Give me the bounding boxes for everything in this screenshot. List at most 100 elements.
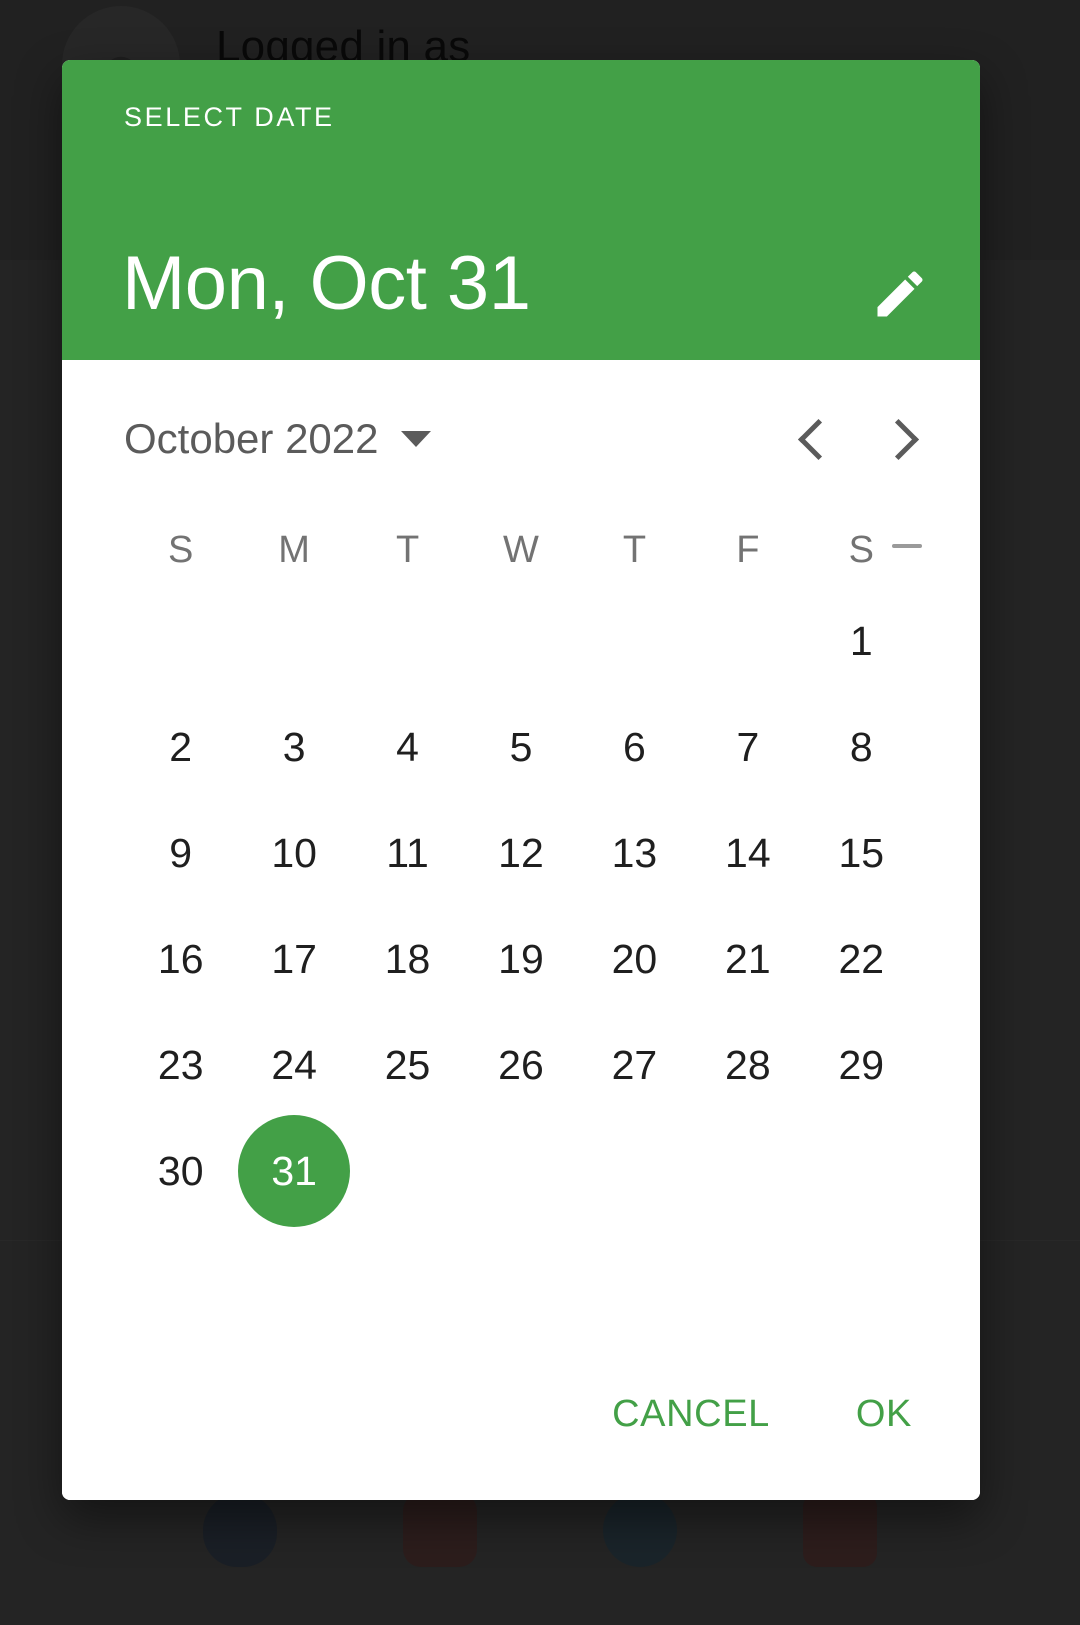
- day-cell-empty: [691, 588, 804, 694]
- day-cell: 16: [124, 906, 237, 1012]
- day-button-10[interactable]: 10: [238, 797, 350, 909]
- month-year-dropdown[interactable]: October 2022: [124, 415, 431, 463]
- day-cell: 30: [124, 1118, 237, 1224]
- day-cell: 3: [237, 694, 350, 800]
- ok-button[interactable]: OK: [836, 1379, 932, 1450]
- day-cell: 1: [805, 588, 918, 694]
- day-cell: 18: [351, 906, 464, 1012]
- day-button-29[interactable]: 29: [805, 1009, 917, 1121]
- day-button-12[interactable]: 12: [465, 797, 577, 909]
- day-button-7[interactable]: 7: [692, 691, 804, 803]
- day-cell-empty: [691, 1118, 804, 1224]
- selected-date-display: Mon, Oct 31: [122, 241, 531, 326]
- day-button-2[interactable]: 2: [125, 691, 237, 803]
- day-button-22[interactable]: 22: [805, 903, 917, 1015]
- select-date-label: SELECT DATE: [124, 102, 335, 132]
- day-cell: 5: [464, 694, 577, 800]
- day-button-13[interactable]: 13: [578, 797, 690, 909]
- calendar-week-row: 1: [124, 588, 918, 694]
- day-button-27[interactable]: 27: [578, 1009, 690, 1121]
- day-button-6[interactable]: 6: [578, 691, 690, 803]
- weekday-header-6: S: [848, 528, 874, 571]
- date-picker-dialog: SELECT DATE Mon, Oct 31 October 2022 S M T…: [62, 60, 980, 1500]
- day-button-1[interactable]: 1: [805, 585, 917, 697]
- day-cell: 19: [464, 906, 577, 1012]
- calendar-week-row: 16 17 18 19 20 21 22: [124, 906, 918, 1012]
- pencil-edit-icon[interactable]: [862, 256, 938, 332]
- weekday-header-4: T: [622, 528, 647, 571]
- chevron-left-glyph: [797, 418, 839, 460]
- day-button-18[interactable]: 18: [352, 903, 464, 1015]
- day-button-19[interactable]: 19: [465, 903, 577, 1015]
- day-button-26[interactable]: 26: [465, 1009, 577, 1121]
- cancel-button[interactable]: CANCEL: [592, 1379, 790, 1450]
- day-cell: 22: [805, 906, 918, 1012]
- chevron-right-icon[interactable]: [858, 395, 946, 483]
- day-button-28[interactable]: 28: [692, 1009, 804, 1121]
- day-cell: 6: [578, 694, 691, 800]
- caret-down-icon: [400, 431, 431, 447]
- day-cell: 24: [237, 1012, 350, 1118]
- day-cell: 4: [351, 694, 464, 800]
- day-cell: 28: [691, 1012, 804, 1118]
- calendar-grid: SMTWTFS 1 2 3 4 5 6 7 8 9 10 11 12 13 14 15 16 17 18 19 20 2…: [124, 512, 922, 1227]
- day-cell-empty: [124, 588, 237, 694]
- day-cell: 29: [805, 1012, 918, 1118]
- day-cell: 26: [464, 1012, 577, 1118]
- day-cell-empty: [464, 1118, 577, 1224]
- day-cell: 23: [124, 1012, 237, 1118]
- calendar-week-row: 30 31: [124, 1115, 918, 1227]
- day-cell: 8: [805, 694, 918, 800]
- calendar-week-row: 9 10 11 12 13 14 15: [124, 800, 918, 906]
- day-button-16[interactable]: 16: [125, 903, 237, 1015]
- chevron-right-glyph: [877, 418, 919, 460]
- day-cell: 21: [691, 906, 804, 1012]
- weekday-header-5: F: [736, 528, 760, 571]
- day-cell: 7: [691, 694, 804, 800]
- day-cell: 13: [578, 800, 691, 906]
- day-cell: 11: [351, 800, 464, 906]
- scroll-indicator: [892, 544, 922, 548]
- day-cell: 31: [237, 1115, 351, 1227]
- dialog-action-bar: CANCEL OK: [62, 1368, 980, 1460]
- day-cell-empty: [351, 588, 464, 694]
- day-cell: 27: [578, 1012, 691, 1118]
- day-cell-empty: [578, 1118, 691, 1224]
- date-picker-body: October 2022 SMTWTFS 1 2 3 4 5 6 7 8 9 10 11 12 13 14…: [62, 360, 980, 1500]
- day-cell-empty: [578, 588, 691, 694]
- day-button-23[interactable]: 23: [125, 1009, 237, 1121]
- day-cell: 17: [237, 906, 350, 1012]
- weekday-header-2: T: [395, 528, 420, 571]
- day-cell: 2: [124, 694, 237, 800]
- month-navigation-bar: October 2022: [62, 396, 980, 482]
- day-button-selected[interactable]: 31: [238, 1115, 351, 1227]
- day-button-25[interactable]: 25: [352, 1009, 464, 1121]
- day-button-20[interactable]: 20: [578, 903, 690, 1015]
- day-cell: 10: [237, 800, 350, 906]
- day-button-9[interactable]: 9: [125, 797, 237, 909]
- calendar-week-row: 2345678: [124, 694, 918, 800]
- day-cell: 15: [805, 800, 918, 906]
- weekday-header-row: SMTWTFS: [124, 512, 918, 588]
- day-button-5[interactable]: 5: [465, 691, 577, 803]
- chevron-left-icon[interactable]: [770, 395, 858, 483]
- day-cell-empty: [805, 1118, 918, 1224]
- day-button-3[interactable]: 3: [238, 691, 350, 803]
- day-button-8[interactable]: 8: [805, 691, 917, 803]
- day-cell-empty: [237, 588, 350, 694]
- day-button-30[interactable]: 30: [125, 1115, 237, 1227]
- day-button-4[interactable]: 4: [352, 691, 464, 803]
- day-button-17[interactable]: 17: [238, 903, 350, 1015]
- day-button-11[interactable]: 11: [352, 797, 464, 909]
- day-button-15[interactable]: 15: [805, 797, 917, 909]
- day-cell: 14: [691, 800, 804, 906]
- day-cell-empty: [464, 588, 577, 694]
- calendar-week-row: 23 24 25 26 27 28 29: [124, 1012, 918, 1118]
- calendar-weeks: 1 2 3 4 5 6 7 8 9 10 11 12 13 14 15 16 17 18 19 20 21 22 23 24 2…: [124, 588, 918, 1227]
- day-button-14[interactable]: 14: [692, 797, 804, 909]
- day-cell: 12: [464, 800, 577, 906]
- day-button-24[interactable]: 24: [238, 1009, 350, 1121]
- day-cell: 25: [351, 1012, 464, 1118]
- day-button-21[interactable]: 21: [692, 903, 804, 1015]
- day-cell: 20: [578, 906, 691, 1012]
